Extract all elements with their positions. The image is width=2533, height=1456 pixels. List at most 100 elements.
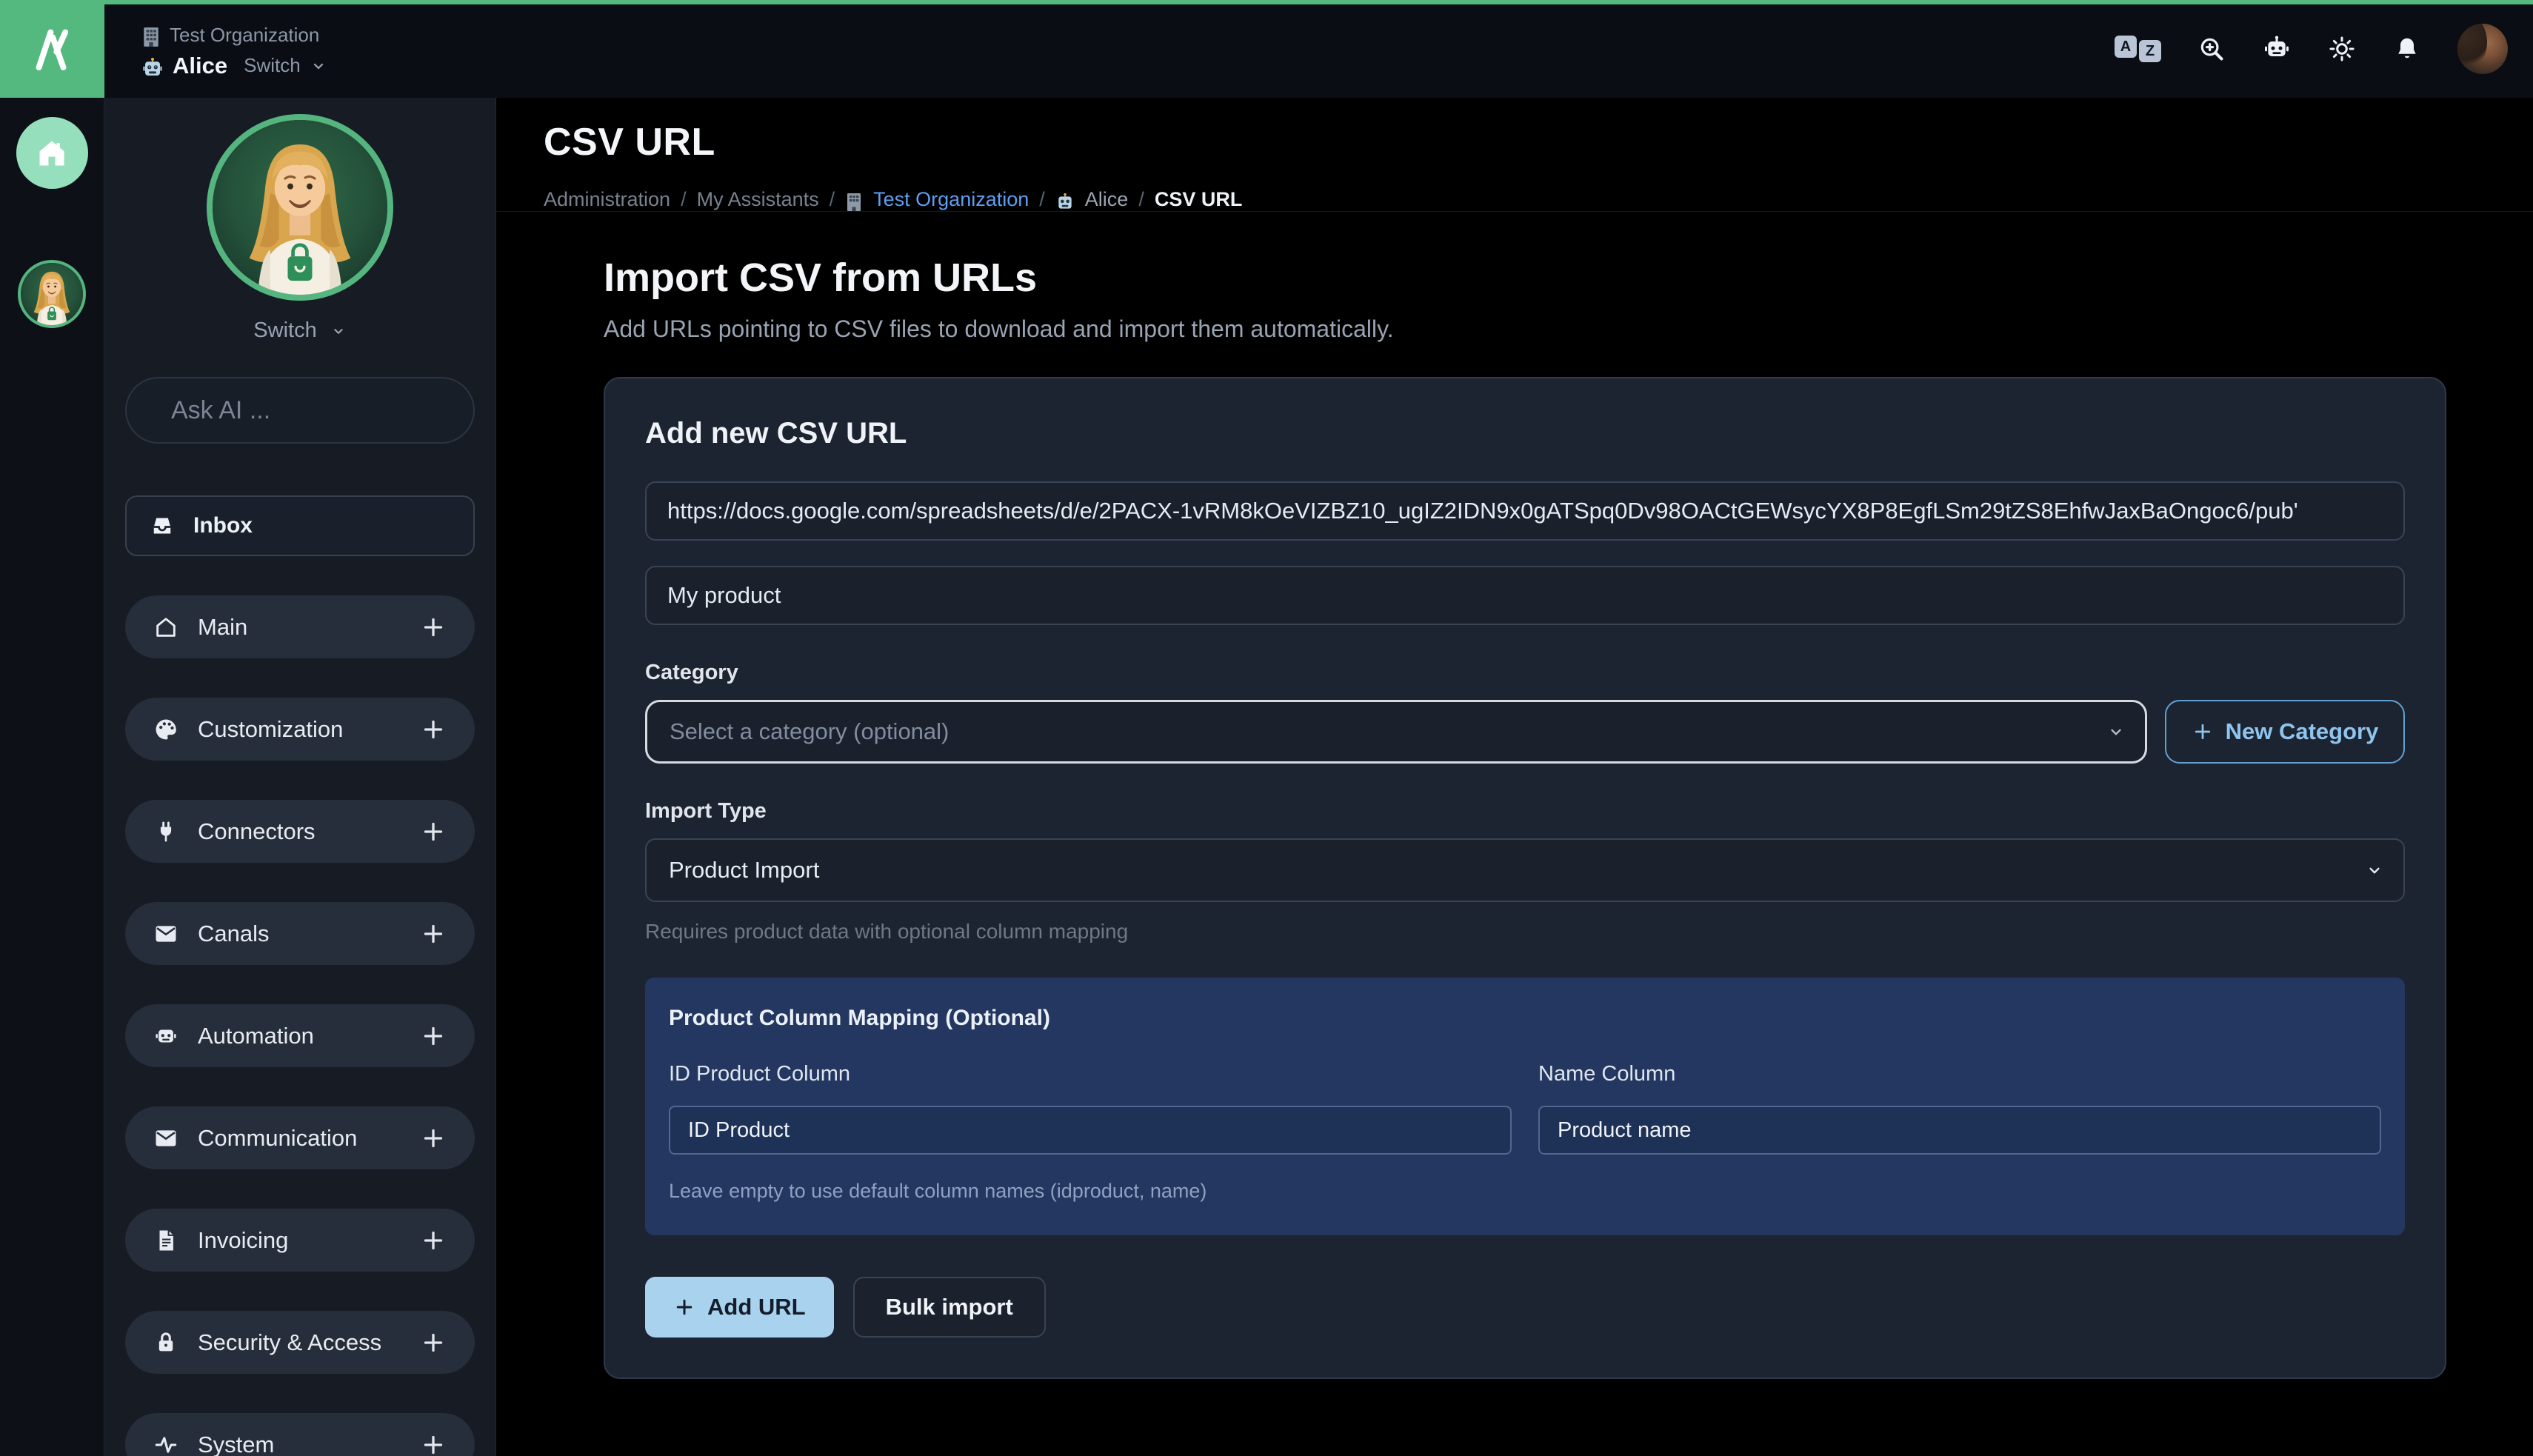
category-select[interactable]: Select a category (optional) (645, 700, 2147, 764)
org-name-row: Test Organization (141, 24, 327, 47)
breadcrumb-separator: / (681, 188, 687, 211)
breadcrumb-separator: / (830, 188, 835, 211)
sidebar-item-system[interactable]: System (125, 1413, 475, 1456)
sidebar-item-main[interactable]: Main (125, 595, 475, 658)
breadcrumb-my-assistants[interactable]: My Assistants (697, 188, 819, 211)
csv-url-input[interactable] (645, 481, 2405, 541)
robot-emoji-icon (1055, 193, 1075, 212)
translate-z-glyph: Z (2139, 40, 2161, 62)
plus-icon (2192, 721, 2214, 743)
chevron-down-icon (2365, 861, 2384, 880)
user-avatar[interactable] (2457, 24, 2508, 74)
category-row: Select a category (optional) New Categor… (645, 700, 2405, 764)
sidebar-item-label: Automation (198, 1023, 314, 1049)
section-heading: Import CSV from URLs (604, 255, 2446, 301)
ask-ai-input[interactable] (171, 396, 499, 425)
id-column-label: ID Product Column (669, 1062, 1512, 1086)
sidebar-item-communication[interactable]: Communication (125, 1106, 475, 1169)
add-url-button[interactable]: Add URL (645, 1277, 834, 1338)
logo-lambda-icon (28, 24, 77, 73)
breadcrumb-separator: / (1039, 188, 1045, 211)
envelope-icon (153, 1126, 178, 1151)
assistant-avatar-small[interactable] (18, 260, 86, 328)
add-icon[interactable] (420, 921, 447, 947)
sidebar-item-canals[interactable]: Canals (125, 902, 475, 965)
import-type-value: Product Import (669, 857, 819, 884)
add-csv-url-card: Add new CSV URL Category Select a catego… (604, 377, 2446, 1379)
sidebar-item-label: Inbox (193, 513, 253, 538)
sidebar-item-customization[interactable]: Customization (125, 698, 475, 761)
inbox-tray-icon (149, 512, 176, 539)
assistant-name: Alice (173, 53, 227, 79)
bulk-import-button[interactable]: Bulk import (853, 1277, 1046, 1338)
sidebar-item-invoicing[interactable]: Invoicing (125, 1209, 475, 1272)
sidebar-item-label: Canals (198, 921, 270, 947)
robot-icon[interactable] (2262, 34, 2292, 64)
assistant-avatar-large[interactable] (207, 114, 393, 301)
switch-label: Switch (253, 318, 316, 343)
chevron-down-icon (330, 323, 347, 339)
name-column-field: Name Column (1538, 1062, 2381, 1155)
switch-label[interactable]: Switch (244, 54, 301, 77)
org-name: Test Organization (170, 24, 319, 47)
add-icon[interactable] (420, 1227, 447, 1254)
sidebar-item-inbox[interactable]: Inbox (125, 495, 475, 556)
house-icon (153, 615, 178, 640)
new-category-button[interactable]: New Category (2165, 700, 2405, 764)
assistant-switcher[interactable]: Switch (125, 318, 475, 343)
page-title: CSV URL (544, 120, 2533, 164)
add-icon[interactable] (420, 1125, 447, 1152)
add-icon[interactable] (420, 818, 447, 845)
sidebar-item-label: Customization (198, 716, 343, 743)
sidebar-item-label: Main (198, 614, 247, 641)
chevron-down-icon (310, 57, 327, 75)
add-url-label: Add URL (707, 1294, 806, 1320)
add-icon[interactable] (420, 1432, 447, 1456)
card-title: Add new CSV URL (645, 417, 2405, 450)
lock-icon (153, 1330, 178, 1355)
building-icon (141, 27, 161, 47)
building-icon (845, 193, 863, 212)
app-root: Test Organization Alice Switch A Z (0, 0, 2533, 1456)
sidebar-item-label: Security & Access (198, 1329, 381, 1356)
name-column-label: Name Column (1538, 1062, 2381, 1086)
add-icon[interactable] (420, 614, 447, 641)
product-name-input[interactable] (645, 566, 2405, 625)
envelope-icon (153, 921, 178, 946)
import-type-label: Import Type (645, 799, 2405, 824)
breadcrumb-alice[interactable]: Alice (1085, 188, 1129, 211)
assistant-row[interactable]: Alice Switch (141, 53, 327, 79)
import-type-select[interactable]: Product Import (645, 838, 2405, 902)
add-icon[interactable] (420, 1023, 447, 1049)
top-accent-bar (0, 0, 2533, 4)
notifications-bell-icon[interactable] (2392, 34, 2422, 64)
sidebar-item-label: Invoicing (198, 1227, 288, 1254)
breadcrumb: Administration / My Assistants / Test Or… (544, 188, 2533, 211)
home-button[interactable] (16, 117, 88, 189)
topbar-actions: A Z (2115, 24, 2533, 74)
add-icon[interactable] (420, 1329, 447, 1356)
name-column-input[interactable] (1538, 1106, 2381, 1155)
mapping-help: Leave empty to use default column names … (669, 1180, 2381, 1203)
sidebar-item-automation[interactable]: Automation (125, 1004, 475, 1067)
form-actions: Add URL Bulk import (645, 1277, 2405, 1338)
bulk-import-label: Bulk import (886, 1294, 1013, 1320)
breadcrumb-test-organization[interactable]: Test Organization (873, 188, 1029, 211)
category-placeholder: Select a category (optional) (670, 718, 949, 745)
add-icon[interactable] (420, 716, 447, 743)
id-column-input[interactable] (669, 1106, 1512, 1155)
section-subheading: Add URLs pointing to CSV files to downlo… (604, 315, 2446, 343)
sidebar-item-security[interactable]: Security & Access (125, 1311, 475, 1374)
breadcrumb-administration[interactable]: Administration (544, 188, 670, 211)
sidebar-item-label: System (198, 1432, 274, 1456)
breadcrumb-separator: / (1138, 188, 1144, 211)
ask-ai-input-wrap (125, 377, 475, 444)
breadcrumb-current: CSV URL (1155, 188, 1243, 211)
translate-icon[interactable]: A Z (2115, 36, 2161, 62)
sidebar-item-connectors[interactable]: Connectors (125, 800, 475, 863)
left-rail (0, 98, 104, 1456)
app-shell: Switch Inbox Main Customization (0, 98, 2533, 1456)
zoom-in-icon[interactable] (2197, 34, 2226, 64)
theme-sun-icon[interactable] (2327, 34, 2357, 64)
app-logo[interactable] (0, 0, 104, 98)
